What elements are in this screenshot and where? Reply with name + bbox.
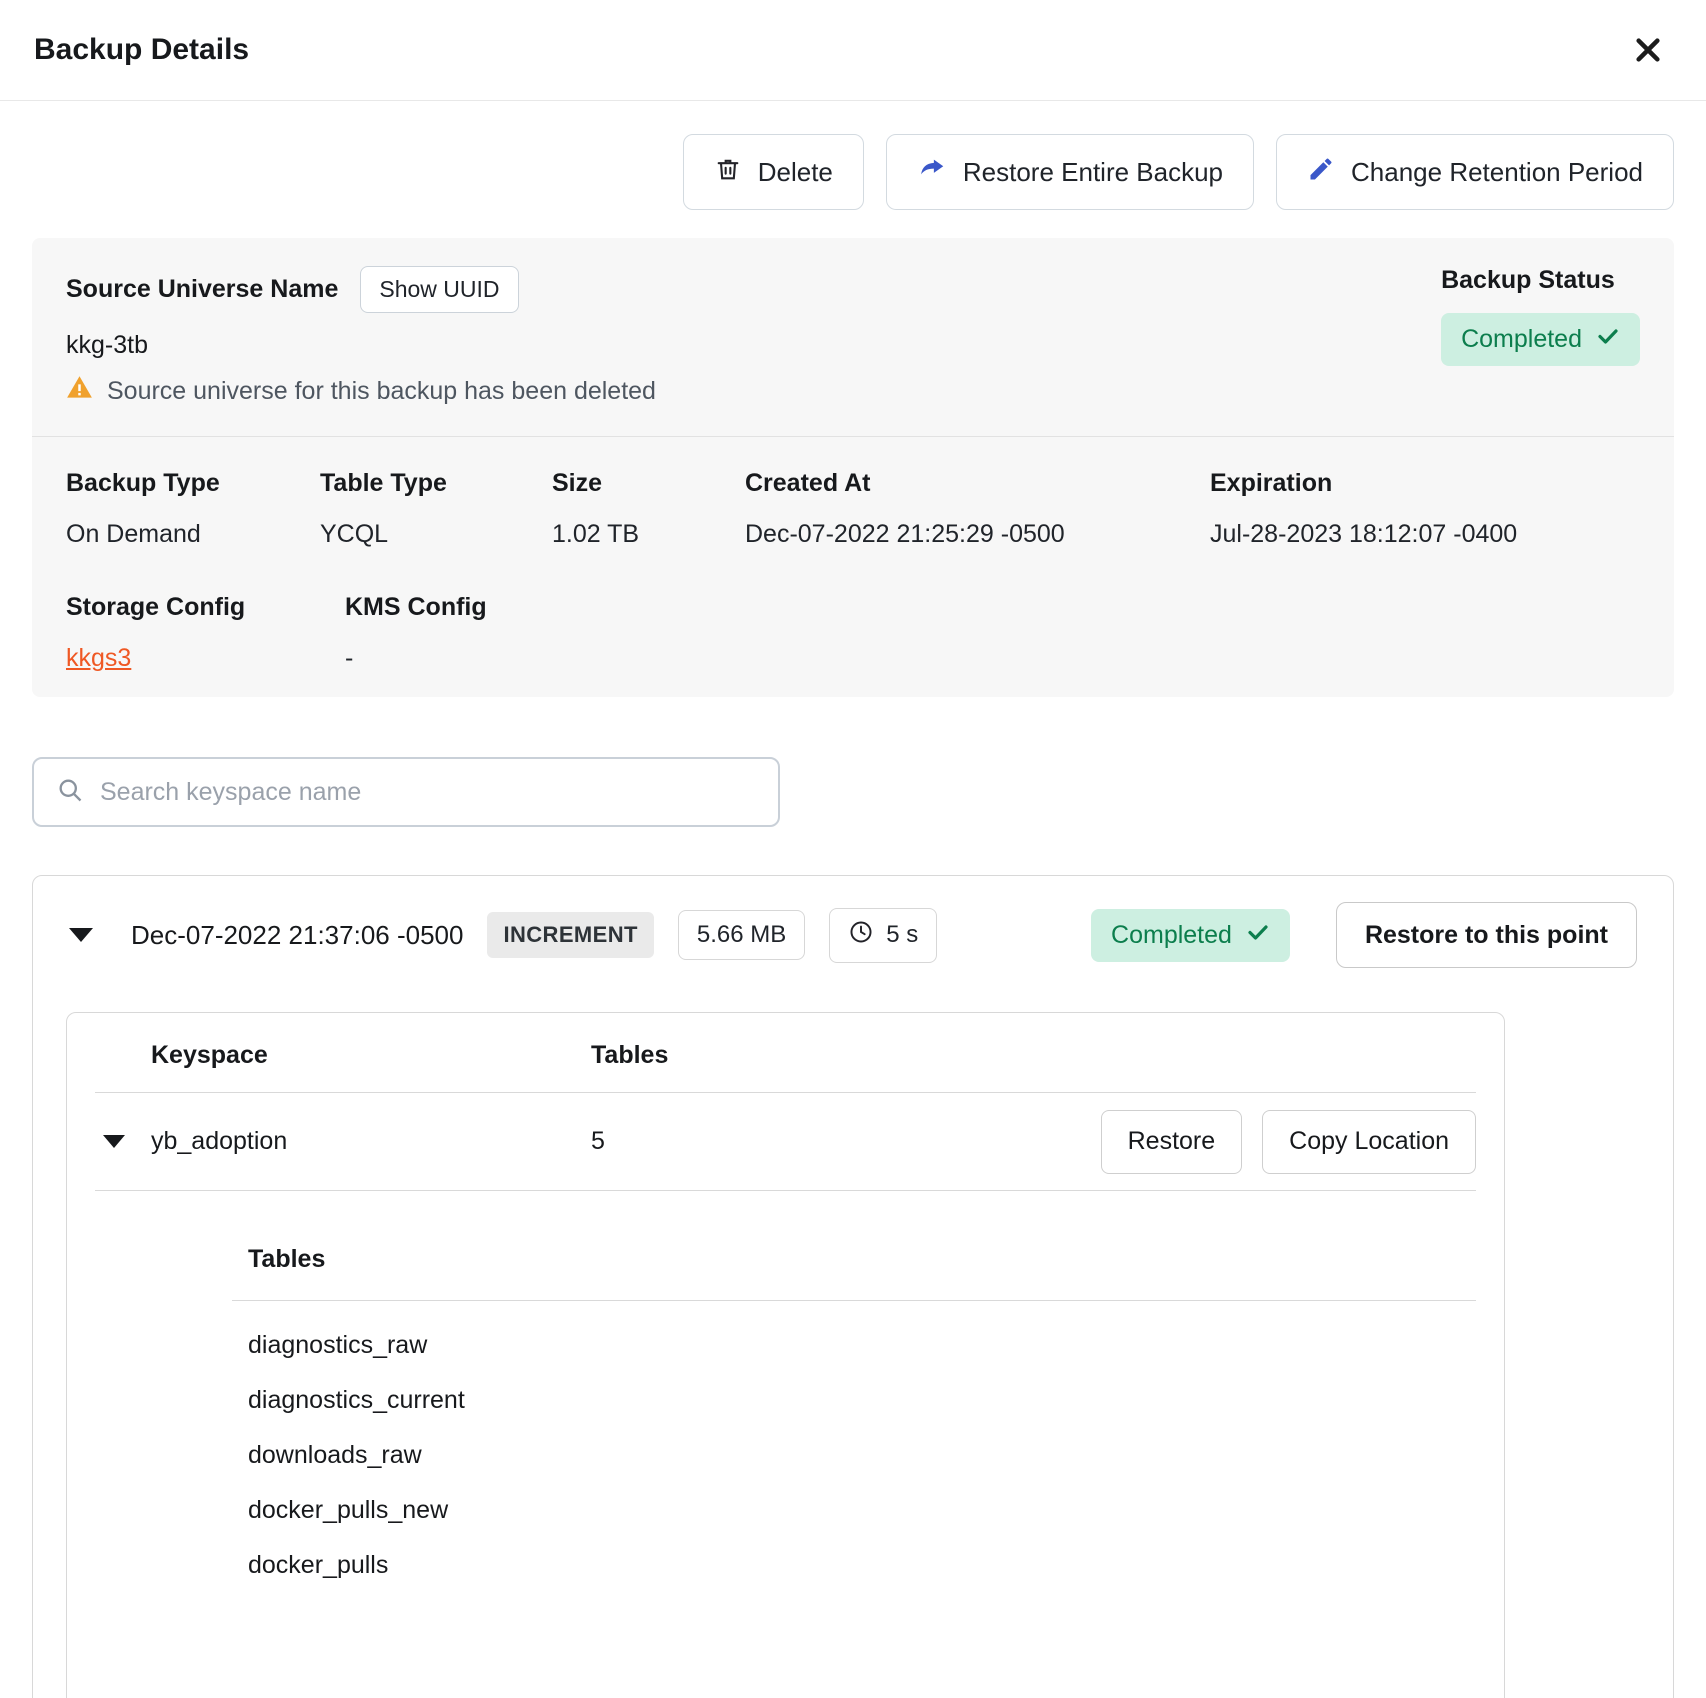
show-uuid-button[interactable]: Show UUID [360, 266, 518, 313]
check-icon [1596, 324, 1620, 355]
field-label: Backup Type [66, 469, 320, 498]
copy-location-button[interactable]: Copy Location [1262, 1110, 1476, 1174]
increment-type-badge: INCREMENT [487, 912, 653, 958]
increment-timestamp: Dec-07-2022 21:37:06 -0500 [131, 920, 463, 951]
search-icon [56, 776, 84, 809]
restore-keyspace-button[interactable]: Restore [1101, 1110, 1243, 1174]
modal-header: Backup Details [0, 0, 1706, 101]
field-size: Size 1.02 TB [552, 469, 745, 549]
status-badge: Completed [1441, 313, 1640, 366]
search-input[interactable] [100, 778, 764, 807]
delete-button[interactable]: Delete [683, 134, 864, 210]
restore-entire-backup-label: Restore Entire Backup [963, 157, 1223, 188]
field-value: YCQL [320, 520, 552, 549]
field-value: On Demand [66, 520, 320, 549]
field-expiration: Expiration Jul-28-2023 18:12:07 -0400 [1210, 469, 1640, 549]
check-icon [1246, 920, 1270, 951]
table-name: downloads_raw [248, 1441, 1476, 1470]
field-value: 1.02 TB [552, 520, 745, 549]
table-name: docker_pulls_new [248, 1496, 1476, 1525]
field-label: Created At [745, 469, 1210, 498]
restore-to-this-point-button[interactable]: Restore to this point [1336, 902, 1637, 968]
backup-status-label: Backup Status [1441, 266, 1615, 295]
field-table-type: Table Type YCQL [320, 469, 552, 549]
field-label: Size [552, 469, 745, 498]
field-value: Jul-28-2023 18:12:07 -0400 [1210, 520, 1640, 549]
delete-label: Delete [758, 157, 833, 188]
field-storage-config: Storage Config kkgs3 [66, 593, 345, 673]
keyspace-name: yb_adoption [151, 1127, 591, 1156]
collapse-caret-icon[interactable] [69, 928, 93, 942]
keyspace-table: Keyspace Tables yb_adoption 5 Restore Co… [66, 1012, 1505, 1698]
tables-list: diagnostics_raw diagnostics_current down… [232, 1331, 1476, 1580]
backup-fields: Backup Type On Demand Table Type YCQL Si… [32, 437, 1674, 697]
restore-arrow-icon [917, 154, 947, 191]
table-name: diagnostics_raw [248, 1331, 1476, 1360]
increment-duration-badge: 5 s [829, 908, 937, 963]
change-retention-button[interactable]: Change Retention Period [1276, 134, 1674, 210]
trash-icon [714, 155, 742, 190]
field-label: KMS Config [345, 593, 487, 622]
keyspace-row: yb_adoption 5 Restore Copy Location [95, 1093, 1476, 1191]
tables-section-header: Tables [232, 1245, 1476, 1274]
increment-status-badge: Completed [1091, 909, 1290, 962]
keyspace-column-header: Keyspace [151, 1041, 591, 1070]
field-label: Expiration [1210, 469, 1640, 498]
universe-name: kkg-3tb [66, 331, 656, 360]
increment-size-badge: 5.66 MB [678, 910, 805, 960]
table-name: diagnostics_current [248, 1386, 1476, 1415]
storage-config-link[interactable]: kkgs3 [66, 644, 345, 673]
field-value: Dec-07-2022 21:25:29 -0500 [745, 520, 1210, 549]
tables-section: Tables diagnostics_raw diagnostics_curre… [232, 1245, 1476, 1580]
pencil-icon [1307, 155, 1335, 190]
increment-status-text: Completed [1111, 921, 1232, 950]
increment-header: Dec-07-2022 21:37:06 -0500 INCREMENT 5.6… [33, 876, 1673, 968]
source-universe-label: Source Universe Name [66, 275, 338, 304]
keyspace-table-count: 5 [591, 1127, 1101, 1156]
keyspace-table-header: Keyspace Tables [95, 1013, 1476, 1093]
field-label: Table Type [320, 469, 552, 498]
table-name: docker_pulls [248, 1551, 1476, 1580]
restore-entire-backup-button[interactable]: Restore Entire Backup [886, 134, 1254, 210]
action-toolbar: Delete Restore Entire Backup Change Rete… [32, 134, 1674, 210]
tables-column-header: Tables [591, 1041, 1476, 1070]
clock-icon [848, 919, 874, 952]
field-value: - [345, 644, 487, 673]
backup-summary-panel: Source Universe Name Show UUID kkg-3tb S… [32, 238, 1674, 697]
increment-card: Dec-07-2022 21:37:06 -0500 INCREMENT 5.6… [32, 875, 1674, 1698]
status-text: Completed [1461, 325, 1582, 354]
field-created-at: Created At Dec-07-2022 21:25:29 -0500 [745, 469, 1210, 549]
field-backup-type: Backup Type On Demand [66, 469, 320, 549]
backup-status-block: Backup Status Completed [1441, 266, 1640, 408]
field-kms-config: KMS Config - [345, 593, 487, 673]
field-label: Storage Config [66, 593, 345, 622]
warning-icon [66, 374, 93, 408]
duration-text: 5 s [886, 921, 918, 949]
keyspace-search [32, 757, 780, 827]
close-icon[interactable] [1632, 34, 1664, 66]
page-title: Backup Details [34, 33, 249, 67]
change-retention-label: Change Retention Period [1351, 157, 1643, 188]
source-universe-block: Source Universe Name Show UUID kkg-3tb S… [66, 266, 656, 408]
warning-text: Source universe for this backup has been… [107, 377, 656, 406]
row-caret-icon[interactable] [103, 1135, 125, 1148]
